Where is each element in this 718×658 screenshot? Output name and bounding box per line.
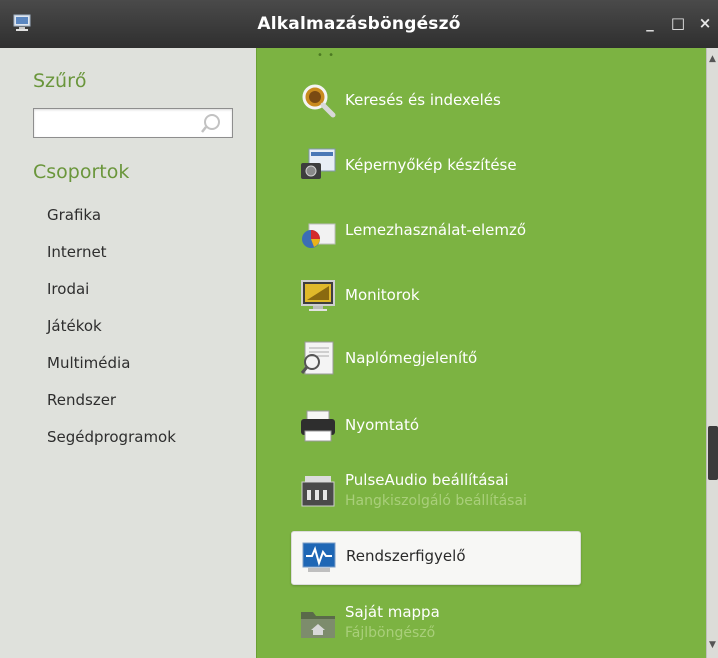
app-name: Keresés és indexelés xyxy=(345,91,501,109)
window-title: Alkalmazásböngésző xyxy=(257,14,461,34)
app-browser-window: Alkalmazásböngésző _ □ × Szűrő Csoportok… xyxy=(0,0,718,658)
app-item-screenshot[interactable]: Képernyőkép készítése xyxy=(291,141,581,195)
app-name: Lemezhasználat-elemző xyxy=(345,221,527,239)
app-item-printer[interactable]: Nyomtató xyxy=(291,401,581,455)
monitor-icon xyxy=(301,280,335,311)
maximize-button[interactable]: □ xyxy=(669,14,687,32)
scrollbar-thumb[interactable] xyxy=(708,426,718,480)
group-list: Grafika Internet Irodai Játékok Multiméd… xyxy=(47,206,176,465)
app-item-system-monitor[interactable]: Rendszerfigyelő xyxy=(291,531,581,585)
sidebar: Szűrő Csoportok Grafika Internet Irodai … xyxy=(0,48,256,658)
filter-heading: Szűrő xyxy=(33,70,87,92)
groups-heading: Csoportok xyxy=(33,161,130,183)
group-item-irodai[interactable]: Irodai xyxy=(47,280,176,317)
app-item-disk-usage[interactable]: Lemezhasználat-elemző xyxy=(291,206,581,260)
app-name: Képernyőkép készítése xyxy=(345,156,517,174)
app-name: Saját mappa xyxy=(345,603,440,621)
app-name: Monitorok xyxy=(345,286,420,304)
app-name: Nyomtató xyxy=(345,416,420,434)
printer-icon xyxy=(301,410,335,442)
search-icon[interactable] xyxy=(200,112,222,134)
search-box[interactable] xyxy=(33,108,233,138)
app-item-pulseaudio-settings[interactable]: PulseAudio beállításai Hangkiszolgáló be… xyxy=(291,466,581,520)
app-item-home-folder[interactable]: Saját mappa Fájlböngésző xyxy=(291,598,581,652)
scroll-up-icon[interactable]: ▲ xyxy=(709,54,716,64)
app-item-monitors[interactable]: Monitorok xyxy=(291,271,581,325)
home-folder-icon xyxy=(301,612,335,638)
search-input[interactable] xyxy=(34,109,194,137)
overflow-indicator: • • xyxy=(317,50,335,61)
app-item-log-viewer[interactable]: Naplómegjelenítő xyxy=(291,334,581,388)
group-item-segedprogramok[interactable]: Segédprogramok xyxy=(47,428,176,465)
app-name: Naplómegjelenítő xyxy=(345,349,478,367)
group-item-grafika[interactable]: Grafika xyxy=(47,206,176,243)
app-description: Hangkiszolgáló beállításai xyxy=(345,493,527,509)
scroll-down-icon[interactable]: ▼ xyxy=(709,640,716,650)
screenshot-icon xyxy=(301,148,336,179)
log-viewer-icon xyxy=(300,341,334,375)
app-name: Rendszerfigyelő xyxy=(346,547,466,565)
system-monitor-icon xyxy=(302,542,336,572)
audio-settings-icon xyxy=(301,476,335,507)
minimize-button[interactable]: _ xyxy=(641,14,659,32)
group-item-multimedia[interactable]: Multimédia xyxy=(47,354,176,391)
app-description: Fájlböngésző xyxy=(345,625,436,641)
disk-usage-icon xyxy=(302,223,336,248)
close-button[interactable]: × xyxy=(696,14,714,32)
app-list: • • Keresés és indexelés Képernyőkép kés… xyxy=(256,48,706,658)
vertical-scrollbar[interactable]: ▲ ▼ xyxy=(706,48,718,658)
app-name: PulseAudio beállításai xyxy=(345,471,509,489)
group-item-jatekok[interactable]: Játékok xyxy=(47,317,176,354)
app-item-search-index[interactable]: Keresés és indexelés xyxy=(291,76,581,130)
title-bar[interactable]: Alkalmazásböngésző _ □ × xyxy=(0,0,718,48)
group-item-rendszer[interactable]: Rendszer xyxy=(47,391,176,428)
search-index-icon xyxy=(302,84,336,118)
group-item-internet[interactable]: Internet xyxy=(47,243,176,280)
